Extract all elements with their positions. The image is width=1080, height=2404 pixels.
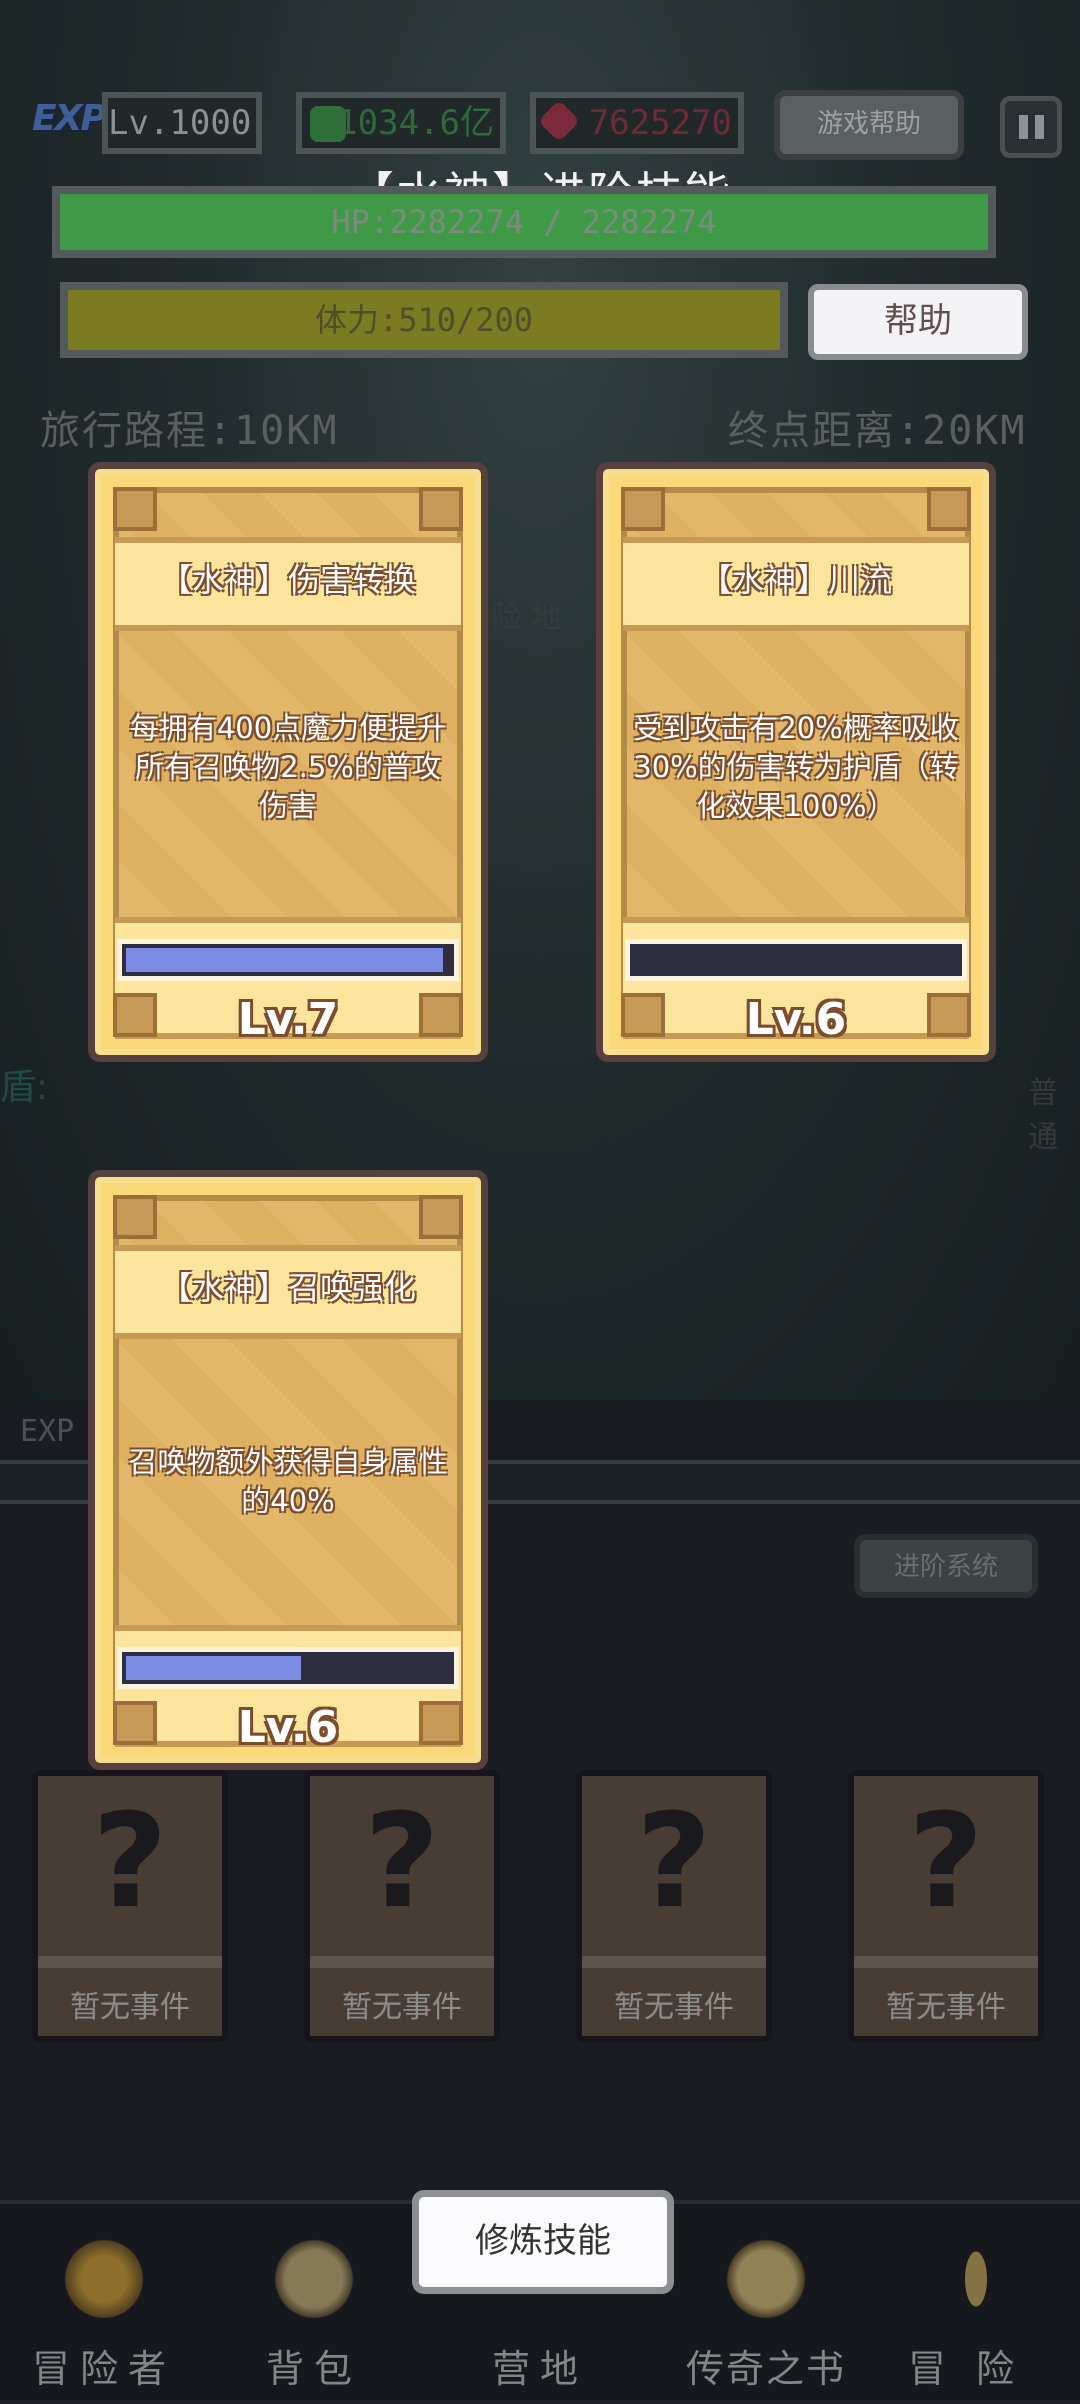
help-button[interactable]: 帮助 (808, 284, 1028, 360)
skill-progress-bar (117, 939, 459, 981)
skill-card[interactable]: 【水神】召唤强化 召唤物额外获得自身属性的40% Lv.6 (88, 1170, 488, 1770)
gold-text: 1034.6亿 (337, 103, 494, 143)
skill-name: 【水神】召唤强化 (159, 1269, 416, 1307)
hp-bar: HP:2282274 / 2282274 (52, 186, 996, 258)
train-skill-button[interactable]: 修炼技能 (412, 2190, 674, 2294)
skill-card[interactable]: 【水神】伤害转换 每拥有400点魔力便提升所有召唤物2.5%的普攻伤害 Lv.7 (88, 462, 488, 1062)
skill-description: 受到攻击有20%概率吸收30%的伤害转为护盾（转化效果100%） (633, 711, 959, 823)
skill-description: 每拥有400点魔力便提升所有召唤物2.5%的普攻伤害 (129, 711, 447, 823)
stamina-text: 体力:510/200 (314, 301, 534, 339)
hp-text: HP:2282274 / 2282274 (331, 203, 717, 241)
skill-name: 【水神】川流 (699, 561, 892, 599)
pause-button[interactable] (1000, 96, 1062, 158)
game-help-button[interactable]: 游戏帮助 (774, 90, 964, 160)
remaining-distance: 终点距离:20KM (728, 408, 1027, 454)
level-display: Lv.1000 (102, 92, 262, 154)
skill-progress-fill (126, 1656, 301, 1680)
skill-description: 召唤物额外获得自身属性的40% (128, 1445, 448, 1518)
skill-progress-bar (117, 1647, 459, 1689)
skill-card[interactable]: 【水神】川流 受到攻击有20%概率吸收30%的伤害转为护盾（转化效果100%） … (596, 462, 996, 1062)
stamina-bar: 体力:510/200 (60, 282, 788, 358)
gem-display: 7625270 (530, 92, 744, 154)
gold-display: 1034.6亿 (296, 92, 506, 154)
exp-logo: EXP (32, 98, 107, 139)
gem-text: 7625270 (588, 103, 732, 143)
skill-level: Lv.6 (745, 994, 847, 1045)
travel-distance: 旅行路程:10KM (40, 408, 339, 454)
skill-level: Lv.7 (237, 994, 339, 1045)
skill-name: 【水神】伤害转换 (159, 561, 416, 599)
skill-progress-bar (625, 939, 967, 981)
skill-level: Lv.6 (237, 1702, 339, 1753)
level-text: Lv.1000 (108, 103, 252, 143)
skill-progress-fill (126, 948, 444, 972)
